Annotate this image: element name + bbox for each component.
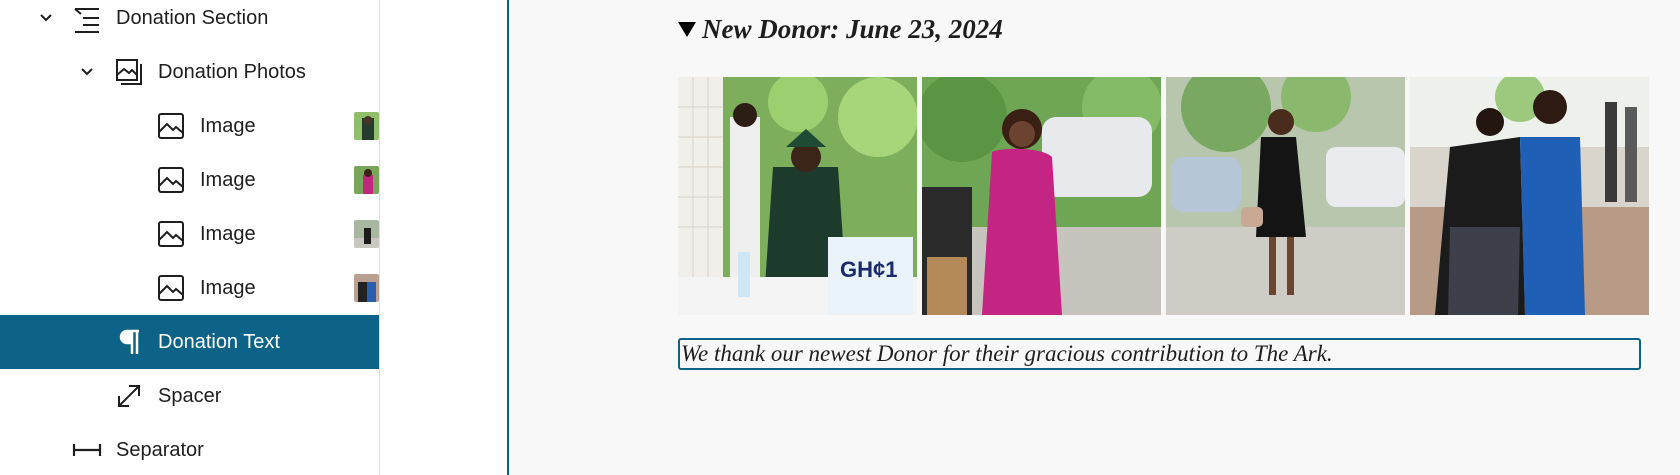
list-item-label: Image — [200, 222, 256, 245]
image-thumbnail — [354, 112, 379, 140]
image-thumbnail — [354, 220, 379, 248]
gallery-image[interactable] — [1166, 77, 1405, 315]
gallery-image[interactable] — [922, 77, 1161, 315]
list-item-donation-text[interactable]: Donation Text — [0, 315, 379, 369]
list-item-image[interactable]: Image — [0, 261, 379, 315]
list-item-separator[interactable]: Separator — [0, 423, 379, 475]
gallery-icon — [116, 59, 142, 85]
list-item-label: Image — [200, 114, 256, 137]
list-item-donation-photos[interactable]: Donation Photos — [0, 45, 379, 99]
list-item-label: Image — [200, 168, 256, 191]
gallery-image[interactable] — [1410, 77, 1649, 315]
image-thumbnail — [354, 274, 379, 302]
image-icon — [158, 167, 184, 193]
editor-canvas: New Donor: June 23, 2024 GH¢1 We thank o… — [509, 0, 1680, 475]
list-item-image[interactable]: Image — [0, 153, 379, 207]
list-item-label: Donation Photos — [158, 60, 306, 83]
panel-gutter — [380, 0, 507, 475]
list-item-label: Donation Text — [158, 330, 280, 353]
image-icon — [158, 221, 184, 247]
group-icon — [74, 8, 99, 33]
donation-text-paragraph[interactable]: We thank our newest Donor for their grac… — [678, 338, 1641, 370]
list-item-spacer[interactable]: Spacer — [0, 369, 379, 423]
paragraph-icon — [119, 329, 139, 354]
list-item-label: Image — [200, 276, 256, 299]
image-thumbnail — [354, 166, 379, 194]
details-summary[interactable]: New Donor: June 23, 2024 — [678, 14, 1003, 45]
list-item-donation-section[interactable]: Donation Section — [0, 0, 379, 45]
list-item-label: Spacer — [158, 384, 222, 407]
image-icon — [158, 113, 184, 139]
disclosure-triangle-icon[interactable] — [678, 22, 696, 37]
chevron-down-icon[interactable] — [77, 62, 97, 82]
image-icon — [158, 275, 184, 301]
list-item-label: Donation Section — [116, 6, 269, 29]
resize-arrow-icon — [118, 385, 140, 407]
list-item-image[interactable]: Image — [0, 207, 379, 261]
svg-text:GH¢1: GH¢1 — [840, 257, 897, 282]
list-item-label: Separator — [116, 438, 204, 461]
summary-text: New Donor: June 23, 2024 — [702, 14, 1003, 44]
chevron-down-icon[interactable] — [36, 8, 56, 28]
list-item-image[interactable]: Image — [0, 99, 379, 153]
gallery-image[interactable]: GH¢1 — [678, 77, 917, 315]
separator-icon — [72, 444, 102, 456]
list-view-panel: Donation Section Donation Photos Image I… — [0, 0, 380, 475]
